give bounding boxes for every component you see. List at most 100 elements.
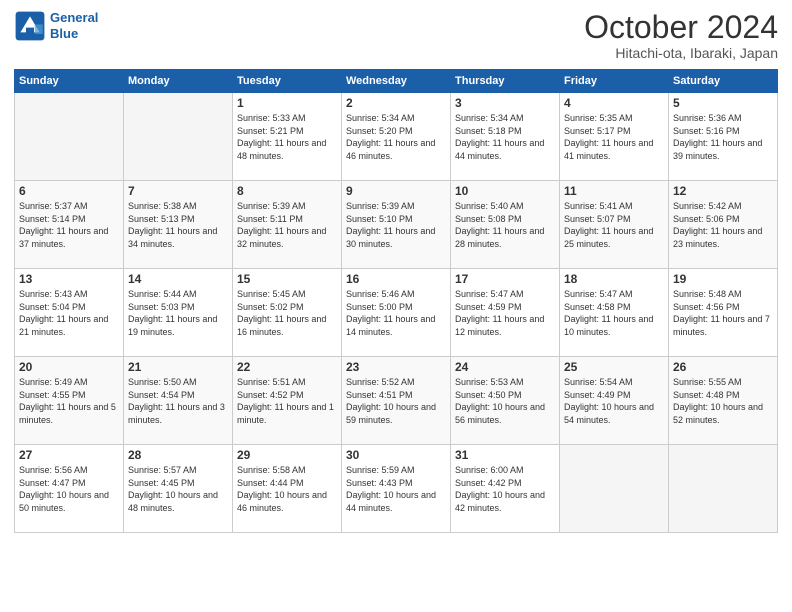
- week-row-2: 6Sunrise: 5:37 AMSunset: 5:14 PMDaylight…: [15, 181, 778, 269]
- sunset: Sunset: 4:42 PM: [455, 478, 522, 488]
- logo-line1: General: [50, 10, 98, 26]
- calendar-cell: 25Sunrise: 5:54 AMSunset: 4:49 PMDayligh…: [560, 357, 669, 445]
- daylight: Daylight: 11 hours and 41 minutes.: [564, 138, 653, 161]
- day-number: 1: [237, 96, 337, 110]
- daylight: Daylight: 11 hours and 16 minutes.: [237, 314, 326, 337]
- day-detail: Sunrise: 5:54 AM Sunset: 4:49 PM Daylight:…: [564, 376, 664, 426]
- daylight: Daylight: 10 hours and 48 minutes.: [128, 490, 218, 513]
- day-detail: Sunrise: 5:46 AMSunset: 5:00 PMDaylight:…: [346, 288, 446, 338]
- day-number: 11: [564, 184, 664, 198]
- calendar-cell: [15, 93, 124, 181]
- daylight: Daylight: 11 hours and 30 minutes.: [346, 226, 435, 249]
- day-number: 24: [455, 360, 555, 374]
- daylight: Daylight: 11 hours and 7 minutes.: [673, 314, 770, 337]
- weekday-header-monday: Monday: [124, 70, 233, 93]
- day-number: 28: [128, 448, 228, 462]
- calendar-cell: 13Sunrise: 5:43 AMSunset: 5:04 PMDayligh…: [15, 269, 124, 357]
- day-detail: Sunrise: 5:53 AMSunset: 4:50 PMDaylight:…: [455, 376, 555, 426]
- calendar-cell: 24 Sunrise: 5:53 AMSunset: 4:50 PMDayligh…: [451, 357, 560, 445]
- sunset: Sunset: 5:13 PM: [128, 214, 195, 224]
- title-block: October 2024 Hitachi-ota, Ibaraki, Japan: [584, 10, 778, 61]
- sunrise: Sunrise: 6:00 AM: [455, 465, 524, 475]
- calendar-container: General Blue October 2024 Hitachi-ota, I…: [0, 0, 792, 543]
- daylight: Daylight: 11 hours and 48 minutes.: [237, 138, 326, 161]
- sunrise: Sunrise: 5:49 AM: [19, 377, 88, 387]
- day-number: 23: [346, 360, 446, 374]
- calendar-cell: 21Sunrise: 5:50 AMSunset: 4:54 PMDayligh…: [124, 357, 233, 445]
- day-number: 20: [19, 360, 119, 374]
- calendar-cell: [124, 93, 233, 181]
- day-number: 29: [237, 448, 337, 462]
- sunrise: Sunrise: 5:48 AM: [673, 289, 742, 299]
- logo: General Blue: [14, 10, 98, 42]
- sunset: Sunset: 4:43 PM: [346, 478, 413, 488]
- calendar-cell: 1 Sunrise: 5:33 AMSunset: 5:21 PMDaylight…: [233, 93, 342, 181]
- day-detail: Sunrise: 5:51 AMSunset: 4:52 PMDaylight:…: [237, 376, 337, 426]
- daylight: Daylight: 11 hours and 3 minutes.: [128, 402, 225, 425]
- sunrise: Sunrise: 5:54 AM: [564, 377, 633, 387]
- day-detail: Sunrise: 5:49 AMSunset: 4:55 PMDaylight:…: [19, 376, 119, 426]
- day-detail: Sunrise: 5:45 AMSunset: 5:02 PMDaylight:…: [237, 288, 337, 338]
- week-row-1: 1 Sunrise: 5:33 AMSunset: 5:21 PMDaylight…: [15, 93, 778, 181]
- sunset: Sunset: 4:58 PM: [564, 302, 631, 312]
- calendar-cell: 12Sunrise: 5:42 AMSunset: 5:06 PMDayligh…: [669, 181, 778, 269]
- day-number: 9: [346, 184, 446, 198]
- day-detail: Sunrise: 5:47 AMSunset: 4:59 PMDaylight:…: [455, 288, 555, 338]
- calendar-cell: 16Sunrise: 5:46 AMSunset: 5:00 PMDayligh…: [342, 269, 451, 357]
- day-detail: Sunrise: 5:55 AMSunset: 4:48 PMDaylight:…: [673, 376, 773, 426]
- sunrise: Sunrise: 5:47 AM: [564, 289, 633, 299]
- logo-line2: Blue: [50, 26, 98, 42]
- day-number: 7: [128, 184, 228, 198]
- sunrise: Sunrise: 5:44 AM: [128, 289, 197, 299]
- calendar-cell: 20 Sunrise: 5:49 AMSunset: 4:55 PMDayligh…: [15, 357, 124, 445]
- daylight: Daylight: 11 hours and 39 minutes.: [673, 138, 762, 161]
- calendar-cell: 6Sunrise: 5:37 AMSunset: 5:14 PMDaylight…: [15, 181, 124, 269]
- day-number: 15: [237, 272, 337, 286]
- day-number: 12: [673, 184, 773, 198]
- calendar-cell: 28Sunrise: 5:57 AMSunset: 4:45 PMDayligh…: [124, 445, 233, 533]
- sunset: Sunset: 5:14 PM: [19, 214, 86, 224]
- day-number: 4: [564, 96, 664, 110]
- logo-icon: [14, 10, 46, 42]
- sunset: Sunset: 5:06 PM: [673, 214, 740, 224]
- weekday-header-friday: Friday: [560, 70, 669, 93]
- day-number: 22: [237, 360, 337, 374]
- day-detail: Sunrise: 5:33 AMSunset: 5:21 PMDaylight:…: [237, 112, 337, 162]
- day-number: 8: [237, 184, 337, 198]
- calendar-cell: 30Sunrise: 5:59 AMSunset: 4:43 PMDayligh…: [342, 445, 451, 533]
- day-detail: Sunrise: 5:48 AMSunset: 4:56 PMDaylight:…: [673, 288, 773, 338]
- daylight: Daylight: 11 hours and 5 minutes.: [19, 402, 116, 425]
- daylight: Daylight: 10 hours and 50 minutes.: [19, 490, 109, 513]
- sunset: Sunset: 4:51 PM: [346, 390, 413, 400]
- daylight: Daylight: 11 hours and 21 minutes.: [19, 314, 108, 337]
- sunset: Sunset: 4:52 PM: [237, 390, 304, 400]
- daylight: Daylight: 10 hours and 54 minutes.: [564, 402, 654, 425]
- sunrise: Sunrise: 5:59 AM: [346, 465, 415, 475]
- day-detail: Sunrise: 5:43 AMSunset: 5:04 PMDaylight:…: [19, 288, 119, 338]
- sunrise: Sunrise: 5:52 AM: [346, 377, 415, 387]
- calendar-cell: 10Sunrise: 5:40 AMSunset: 5:08 PMDayligh…: [451, 181, 560, 269]
- sunrise: Sunrise: 5:40 AM: [455, 201, 524, 211]
- sunset: Sunset: 4:49 PM: [564, 390, 631, 400]
- calendar-cell: 7Sunrise: 5:38 AMSunset: 5:13 PMDaylight…: [124, 181, 233, 269]
- sunset: Sunset: 5:10 PM: [346, 214, 413, 224]
- sunset: Sunset: 5:03 PM: [128, 302, 195, 312]
- daylight: Daylight: 11 hours and 37 minutes.: [19, 226, 108, 249]
- day-detail: Sunrise: 5:59 AMSunset: 4:43 PMDaylight:…: [346, 464, 446, 514]
- calendar-cell: 27Sunrise: 5:56 AMSunset: 4:47 PMDayligh…: [15, 445, 124, 533]
- calendar-cell: 29Sunrise: 5:58 AMSunset: 4:44 PMDayligh…: [233, 445, 342, 533]
- day-number: 26: [673, 360, 773, 374]
- sunrise: Sunrise: 5:58 AM: [237, 465, 306, 475]
- daylight: Daylight: 11 hours and 19 minutes.: [128, 314, 217, 337]
- calendar-cell: 2Sunrise: 5:34 AMSunset: 5:20 PMDaylight…: [342, 93, 451, 181]
- day-number: 19: [673, 272, 773, 286]
- daylight: Daylight: 11 hours and 25 minutes.: [564, 226, 653, 249]
- sunrise: Sunrise: 5:57 AM: [128, 465, 197, 475]
- sunrise: Sunrise: 5:36 AM: [673, 113, 742, 123]
- sunset: Sunset: 4:54 PM: [128, 390, 195, 400]
- header: General Blue October 2024 Hitachi-ota, I…: [14, 10, 778, 61]
- sunrise: Sunrise: 5:37 AM: [19, 201, 88, 211]
- week-row-4: 20 Sunrise: 5:49 AMSunset: 4:55 PMDayligh…: [15, 357, 778, 445]
- sunrise: Sunrise: 5:34 AM: [455, 113, 524, 123]
- sunrise: Sunrise: 5:34 AM: [346, 113, 415, 123]
